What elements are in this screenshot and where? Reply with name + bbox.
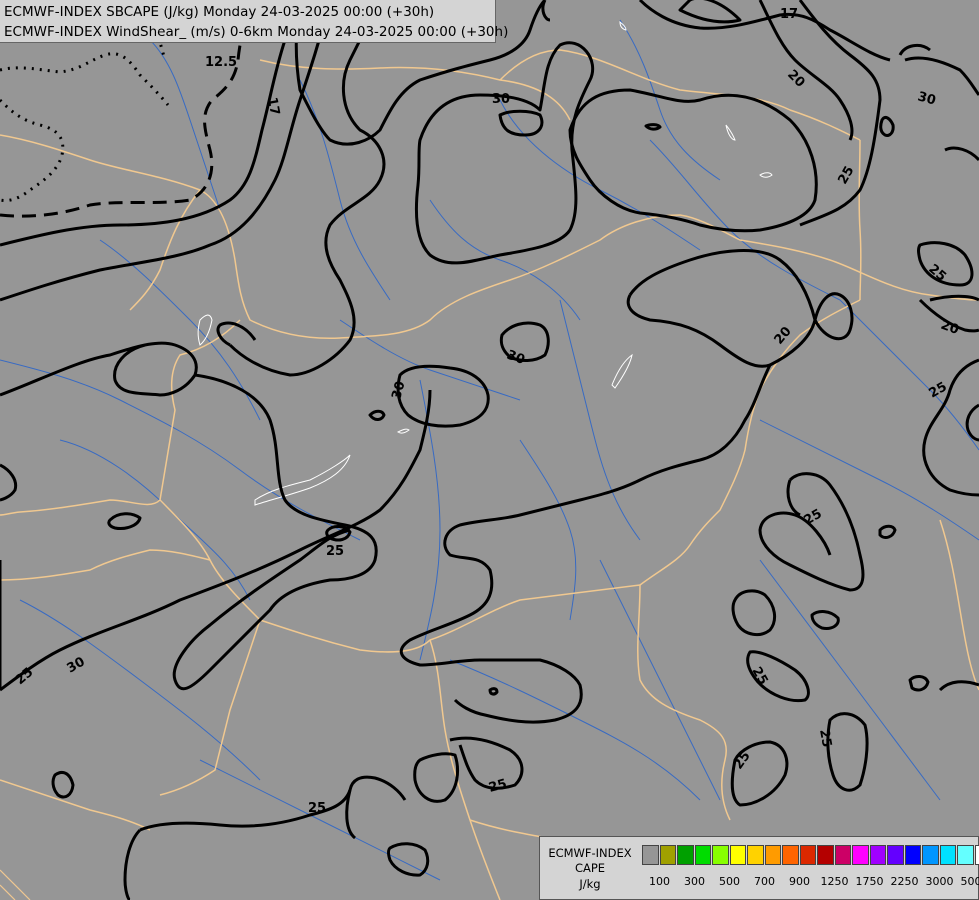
legend-color-swatches xyxy=(642,845,979,865)
legend-tick: 1250 xyxy=(820,875,849,888)
contour-label: 30 xyxy=(492,92,510,107)
legend-tick: 900 xyxy=(789,875,810,888)
legend-swatch xyxy=(922,845,939,865)
legend-swatch xyxy=(852,845,869,865)
legend-swatch xyxy=(817,845,834,865)
title-sbcape: ECMWF-INDEX SBCAPE (J/kg) Monday 24-03-2… xyxy=(4,4,435,20)
legend-tick: 500 xyxy=(719,875,740,888)
legend-swatch xyxy=(939,845,956,865)
contour-label: 25 xyxy=(308,801,326,816)
legend-swatch xyxy=(974,845,979,865)
legend-tick: 3000 xyxy=(925,875,954,888)
legend-swatch xyxy=(799,845,816,865)
legend-swatch xyxy=(904,845,921,865)
legend-swatch xyxy=(712,845,729,865)
contour-label: 25 xyxy=(326,544,344,559)
legend-swatch xyxy=(677,845,694,865)
legend-tick: 300 xyxy=(684,875,705,888)
legend-tick: 5000 xyxy=(960,875,979,888)
legend-tick: 100 xyxy=(649,875,670,888)
map-canvas: 12.5 17 17 20 30 30 25 25 20 20 25 30 30… xyxy=(0,0,979,900)
legend-swatch xyxy=(659,845,676,865)
contour-label: 17 xyxy=(780,7,798,22)
cape-legend: ECMWF-INDEX CAPE J/kg 100 300 500 700 900 125… xyxy=(539,836,979,900)
legend-swatch xyxy=(764,845,781,865)
map-title-box: ECMWF-INDEX SBCAPE (J/kg) Monday 24-03-2… xyxy=(0,0,508,43)
legend-swatch xyxy=(694,845,711,865)
legend-swatch xyxy=(729,845,746,865)
legend-tick: 1750 xyxy=(855,875,884,888)
legend-swatch xyxy=(869,845,886,865)
title-windshear: ECMWF-INDEX WindShear_ (m/s) 0-6km Monda… xyxy=(4,24,509,40)
legend-swatch xyxy=(782,845,799,865)
legend-tick: 700 xyxy=(754,875,775,888)
legend-swatch xyxy=(747,845,764,865)
legend-swatch xyxy=(957,845,974,865)
contour-label: 25 xyxy=(816,728,834,748)
legend-tick: 2250 xyxy=(890,875,919,888)
contour-label: 17 xyxy=(264,96,282,116)
contour-label: 12.5 xyxy=(205,55,237,70)
legend-swatch xyxy=(642,845,659,865)
legend-unit: J/kg xyxy=(579,877,601,891)
legend-variable: CAPE xyxy=(574,861,606,875)
legend-swatch xyxy=(834,845,851,865)
legend-title: ECMWF-INDEX xyxy=(548,846,632,860)
legend-swatch xyxy=(887,845,904,865)
